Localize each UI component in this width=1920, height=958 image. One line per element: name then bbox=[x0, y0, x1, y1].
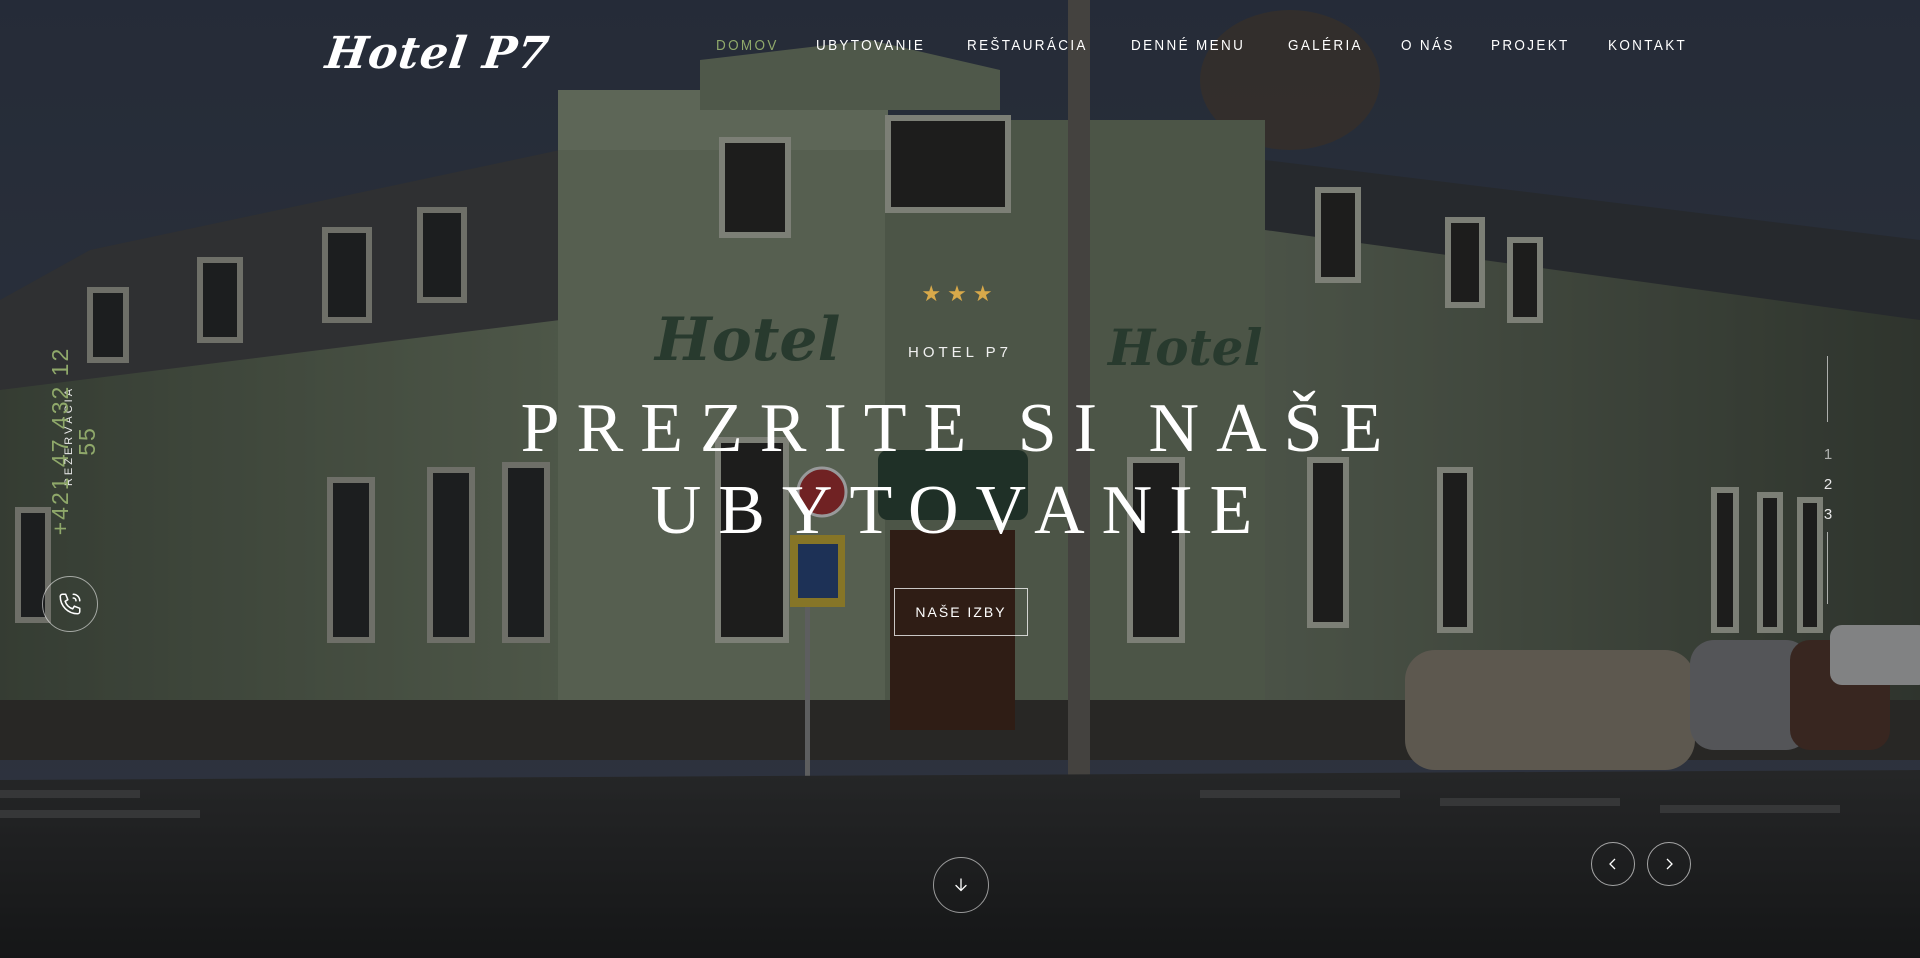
hero-kicker: HOTEL P7 bbox=[908, 344, 1012, 361]
nav-item-kontakt[interactable]: KONTAKT bbox=[1608, 36, 1687, 56]
pager-item-2[interactable]: 2 bbox=[1818, 470, 1838, 500]
hotel-logo[interactable]: Hotel P7 bbox=[322, 28, 552, 79]
call-button[interactable] bbox=[42, 576, 98, 632]
pager-item-3[interactable]: 3 bbox=[1818, 500, 1838, 530]
nav-item-galeria[interactable]: GALÉRIA bbox=[1288, 36, 1363, 56]
nav-item-restauracia[interactable]: REŠTAURÁCIA bbox=[967, 36, 1088, 56]
hero-title-line-2: UBYTOVANIE bbox=[650, 472, 1270, 549]
nav-item-ubytovanie[interactable]: UBYTOVANIE bbox=[816, 36, 925, 56]
slide-pager: 1 2 3 bbox=[1818, 440, 1838, 530]
arrow-down-icon bbox=[955, 878, 967, 892]
pager-item-1[interactable]: 1 bbox=[1818, 440, 1838, 470]
hotel-star-rating: ★★★ bbox=[921, 282, 999, 307]
scroll-down-button[interactable] bbox=[933, 857, 989, 913]
nav-item-projekt[interactable]: PROJEKT bbox=[1491, 36, 1570, 56]
chevron-right-icon bbox=[1666, 858, 1673, 870]
phone-icon bbox=[59, 593, 81, 615]
chevron-left-icon bbox=[1609, 858, 1616, 870]
our-rooms-button[interactable]: NAŠE IZBY bbox=[894, 588, 1028, 636]
nav-item-domov[interactable]: DOMOV bbox=[716, 36, 779, 56]
pager-line-top bbox=[1827, 356, 1828, 422]
nav-item-denne-menu[interactable]: DENNÉ MENU bbox=[1131, 36, 1245, 56]
main-navigation: DOMOV UBYTOVANIE REŠTAURÁCIA DENNÉ MENU … bbox=[716, 37, 1726, 66]
hero-title-line-1: PREZRITE SI NAŠE bbox=[520, 390, 1400, 467]
slider-prev-button[interactable] bbox=[1591, 842, 1635, 886]
slider-next-button[interactable] bbox=[1647, 842, 1691, 886]
nav-item-o-nas[interactable]: O NÁS bbox=[1401, 36, 1455, 56]
hero-title: PREZRITE SI NAŠE UBYTOVANIE bbox=[0, 388, 1920, 552]
pager-line-bottom bbox=[1827, 532, 1828, 604]
